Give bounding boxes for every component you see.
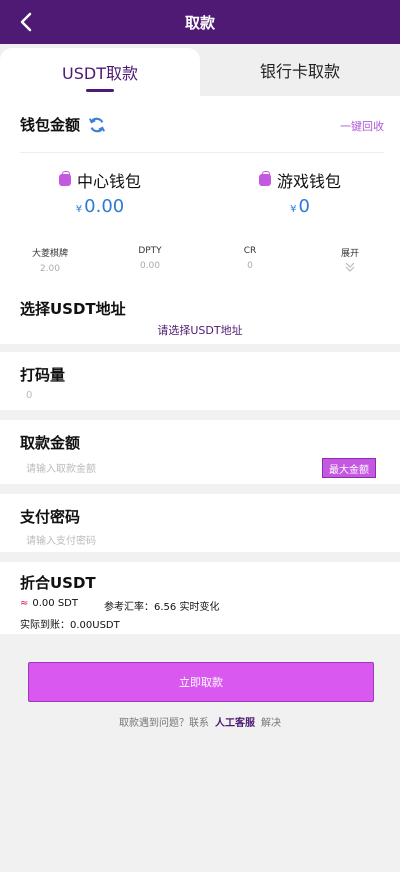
max-amount-button[interactable]: 最大金额: [322, 458, 376, 478]
active-tab-indicator: [86, 89, 114, 92]
usdt-address-title: 选择USDT地址: [20, 300, 126, 318]
double-chevron-down-icon: [345, 262, 355, 272]
turnover-card: 打码量 0: [0, 352, 400, 410]
help-text: 取款遇到问题？联系 人工客服 解决: [0, 714, 400, 729]
page-title: 取款: [184, 13, 215, 32]
wallet-amount: 0: [298, 196, 310, 217]
expand-label: 展开: [340, 249, 359, 259]
wallet-card: 钱包金额 一键回收 中心钱包 ¥0.00 游戏钱包 ¥0 大菱棋牌 2.00 D…: [0, 96, 400, 344]
exchange-rate: 参考汇率：6.56 实时变化: [104, 602, 220, 613]
pay-password-input[interactable]: 请输入支付密码: [26, 532, 96, 547]
conversion-title: 折合USDT: [20, 574, 96, 592]
game-balance-item: CR 0: [200, 246, 300, 274]
back-button[interactable]: [12, 8, 40, 36]
game-name: CR: [243, 246, 257, 256]
approx-symbol: ≈: [20, 598, 29, 609]
center-wallet: 中心钱包 ¥0.00: [0, 168, 200, 217]
withdraw-now-button[interactable]: 立即取款: [28, 662, 374, 702]
wallet-name: 中心钱包: [76, 172, 141, 191]
game-balances: 大菱棋牌 2.00 DPTY 0.00 CR 0 展开: [0, 246, 400, 274]
chevron-left-icon: [20, 12, 32, 32]
game-wallet: 游戏钱包 ¥0: [200, 168, 400, 217]
withdraw-amount-input[interactable]: 请输入取款金额: [26, 460, 96, 475]
recycle-all-link[interactable]: 一键回收: [340, 118, 384, 134]
game-value: 2.00: [39, 264, 61, 274]
expand-button[interactable]: 展开: [300, 246, 400, 274]
turnover-value: 0: [26, 390, 33, 401]
currency-symbol: ¥: [75, 204, 83, 215]
game-value: 0.00: [139, 261, 161, 271]
game-balance-item: DPTY 0.00: [100, 246, 200, 274]
withdraw-amount-card: 取款金额 请输入取款金额 最大金额: [0, 420, 400, 484]
pay-password-card: 支付密码 请输入支付密码: [0, 494, 400, 552]
tab-label: USDT取款: [62, 64, 138, 83]
currency-symbol: ¥: [290, 204, 297, 215]
customer-service-link[interactable]: 人工客服: [215, 718, 255, 729]
usdt-estimate: 0.00 SDT: [32, 598, 78, 609]
wallet-title: 钱包金额: [20, 116, 81, 134]
wallet-bag-icon: [258, 171, 271, 186]
help-prefix: 取款遇到问题？联系: [119, 718, 209, 729]
game-value: 0: [247, 261, 253, 271]
game-balance-item: 大菱棋牌 2.00: [0, 246, 100, 274]
withdraw-tabs: USDT取款 银行卡取款: [0, 44, 400, 96]
tab-bank-withdraw[interactable]: 银行卡取款: [200, 44, 400, 96]
wallet-name: 游戏钱包: [276, 172, 341, 191]
top-bar: 取款: [0, 0, 400, 44]
tab-usdt-withdraw[interactable]: USDT取款: [0, 48, 200, 96]
refresh-icon[interactable]: [88, 116, 106, 134]
actual-received: 实际到账：0.00USDT: [20, 620, 120, 631]
usdt-address-select[interactable]: 请选择USDT地址: [0, 322, 400, 338]
game-name: 大菱棋牌: [31, 249, 68, 259]
withdraw-amount-title: 取款金额: [20, 434, 81, 452]
wallet-amount: 0.00: [84, 196, 125, 217]
usdt-conversion-card: 折合USDT ≈0.00 SDT 参考汇率：6.56 实时变化 实际到账：0.0…: [0, 562, 400, 634]
divider: [20, 152, 384, 153]
pay-password-title: 支付密码: [20, 508, 81, 526]
game-name: DPTY: [138, 246, 162, 256]
tab-label: 银行卡取款: [259, 62, 340, 81]
help-suffix: 解决: [261, 718, 281, 729]
wallet-bag-icon: [58, 171, 71, 186]
turnover-title: 打码量: [20, 366, 66, 384]
